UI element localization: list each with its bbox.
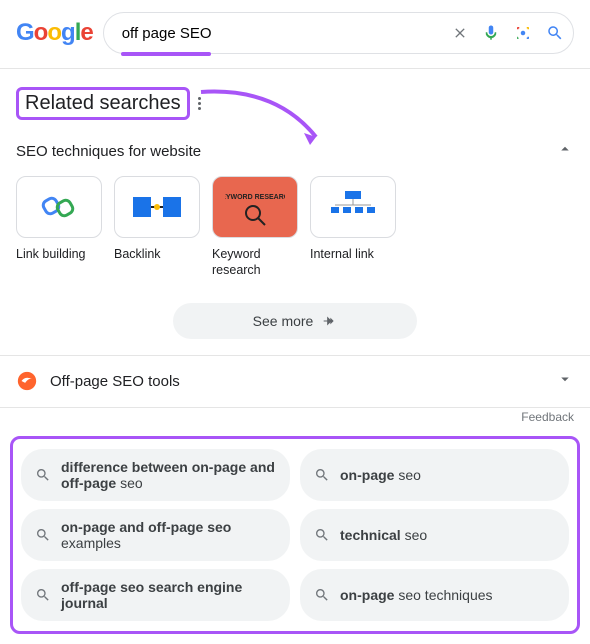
tools-row[interactable]: Off-page SEO tools	[0, 356, 590, 407]
mic-icon[interactable]	[482, 24, 500, 42]
arrow-right-icon	[321, 313, 337, 329]
search-icon	[314, 527, 330, 543]
thumb-label: Keyword research	[212, 246, 298, 279]
related-chip[interactable]: on-page and off-page seo examples	[21, 509, 290, 561]
related-searches-label: Related searches	[16, 87, 190, 120]
related-chip[interactable]: off-page seo search engine journal	[21, 569, 290, 621]
svg-text:KEYWORD RESEARCH: KEYWORD RESEARCH	[225, 194, 285, 201]
thumb-keyword-research[interactable]: KEYWORD RESEARCH Keyword research	[212, 176, 298, 279]
search-icon	[35, 527, 51, 543]
thumb-label: Internal link	[310, 246, 396, 262]
search-icon	[314, 587, 330, 603]
see-more-label: See more	[253, 313, 314, 329]
chevron-up-icon	[556, 140, 574, 162]
search-highlight	[121, 52, 211, 56]
search-icon[interactable]	[546, 24, 564, 42]
thumbs-row: Link building Backlink KEYWORD RESEARCH …	[16, 172, 574, 279]
thumb-link-building[interactable]: Link building	[16, 176, 102, 279]
see-more-button[interactable]: See more	[173, 303, 418, 339]
related-searches-header: Related searches	[16, 87, 574, 120]
thumb-internal-link[interactable]: Internal link	[310, 176, 396, 279]
topic-title: SEO techniques for website	[16, 143, 201, 160]
search-icon	[35, 467, 51, 483]
search-icon	[314, 467, 330, 483]
lens-icon[interactable]	[514, 24, 532, 42]
thumb-label: Backlink	[114, 246, 200, 262]
search-wrap	[103, 12, 574, 54]
annotation-arrow	[196, 82, 346, 152]
related-chip[interactable]: on-page seo	[300, 449, 569, 501]
clear-icon[interactable]	[452, 25, 468, 41]
related-chip[interactable]: on-page seo techniques	[300, 569, 569, 621]
related-chip[interactable]: technical seo	[300, 509, 569, 561]
related-chip[interactable]: difference between on-page and off-page …	[21, 449, 290, 501]
search-icon	[35, 587, 51, 603]
google-logo[interactable]: Google	[16, 19, 93, 47]
header: Google	[0, 0, 590, 69]
thumb-backlink[interactable]: Backlink	[114, 176, 200, 279]
feedback-link[interactable]: Feedback	[0, 407, 590, 432]
tools-label: Off-page SEO tools	[50, 373, 544, 390]
related-chips: difference between on-page and off-page …	[10, 436, 580, 634]
thumb-label: Link building	[16, 246, 102, 262]
chevron-down-icon	[556, 370, 574, 393]
semrush-icon	[16, 370, 38, 392]
